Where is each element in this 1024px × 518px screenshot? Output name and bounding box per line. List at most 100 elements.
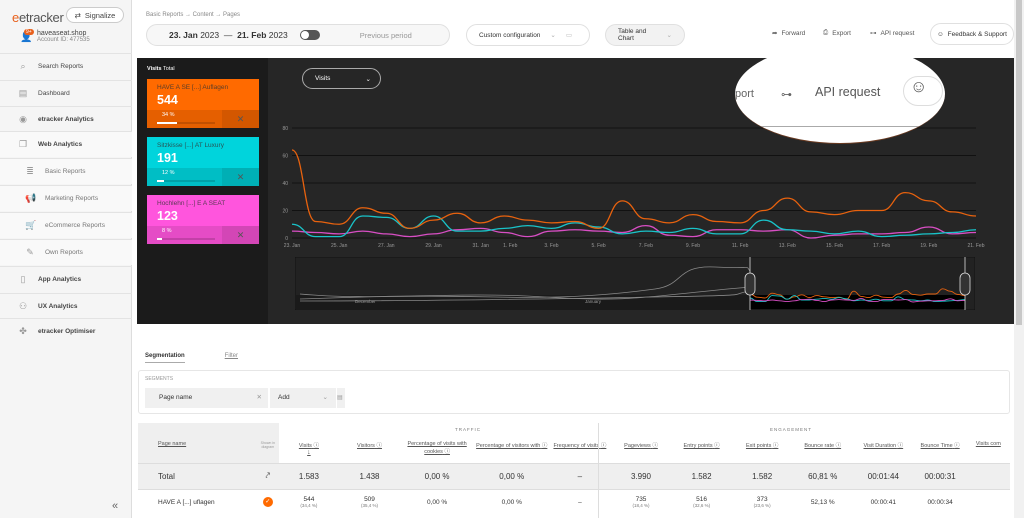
- etracker-logo[interactable]: eetracker: [12, 10, 64, 25]
- show-in-diagram-check[interactable]: ✓: [262, 497, 273, 508]
- feedback-button[interactable]: ☺ Feedback & Support: [930, 23, 1014, 45]
- series-card[interactable]: HAVE A SE [...] Auflagen 544 34 % ✕: [147, 79, 259, 128]
- sidebar-item-dashboard[interactable]: ▤ Dashboard: [0, 80, 132, 106]
- column-header[interactable]: Visitors ⓘ: [339, 423, 400, 463]
- column-header[interactable]: Visit Duration ⓘ: [853, 423, 914, 463]
- dashboard-icon: ▤: [18, 88, 28, 98]
- range-navigator[interactable]: December January: [295, 257, 975, 310]
- api-request-button[interactable]: ⊶ API request: [870, 29, 914, 38]
- save-icon[interactable]: ▭: [566, 31, 572, 39]
- signalize-button[interactable]: ⇄ Signalize: [66, 7, 124, 23]
- info-icon: ⓘ: [772, 443, 779, 449]
- sidebar-item-own-reports[interactable]: ✎ Own Reports: [0, 239, 132, 265]
- cell: 00:00:41: [853, 488, 914, 515]
- y-tick-label: 20: [282, 209, 288, 215]
- search-icon: ⌕: [20, 61, 26, 71]
- magnifier-overlay: port ⊶ API request ☺: [735, 44, 945, 144]
- tab-filter[interactable]: Filter: [225, 353, 238, 363]
- info-icon: ⓘ: [652, 443, 658, 449]
- x-tick-label: 5. Feb: [592, 243, 606, 249]
- remove-series-icon[interactable]: ✕: [222, 226, 259, 244]
- sidebar-item-web-analytics[interactable]: ❐ Web Analytics: [0, 131, 132, 157]
- logo-text: etracker: [18, 10, 64, 25]
- sidebar-item-ux-analytics[interactable]: ⚇ UX Analytics: [0, 293, 132, 319]
- swap-icon: ⇄: [74, 10, 81, 20]
- cart-icon: 🛒: [25, 220, 37, 230]
- sidebar-item-marketing-reports[interactable]: 📢 Marketing Reports: [0, 185, 132, 211]
- sidebar-item-basic-reports[interactable]: ≣ Basic Reports: [0, 158, 132, 184]
- tab-segmentation[interactable]: Segmentation: [145, 353, 185, 363]
- page-scrollbar[interactable]: [1014, 0, 1024, 518]
- card-percent: 12 %: [162, 170, 175, 176]
- row-label[interactable]: HAVE A [...] uflagen: [138, 488, 257, 515]
- cell: 1.438: [339, 462, 400, 489]
- column-page-name[interactable]: Page name: [138, 423, 257, 463]
- data-table: Page name Shown in diagram Visits ⓘ ↓ Visito…: [138, 423, 1010, 515]
- export-button[interactable]: ⎙ Export: [823, 29, 851, 37]
- column-header[interactable]: Bounce Time ⓘ: [914, 423, 967, 463]
- remove-series-icon[interactable]: ✕: [222, 168, 259, 186]
- remove-icon[interactable]: ✕: [257, 388, 262, 408]
- forward-button[interactable]: ➦ Forward: [772, 29, 805, 38]
- megaphone-icon: 📢: [25, 193, 37, 203]
- cell: 3.990: [610, 462, 672, 489]
- window-icon: ❐: [18, 139, 28, 149]
- x-tick-label: 1. Feb: [503, 243, 517, 249]
- range-handle[interactable]: [959, 272, 971, 296]
- sidebar-item-etracker-optimiser[interactable]: ✤ etracker Optimiser: [0, 318, 132, 344]
- notification-badge[interactable]: 9+: [24, 29, 34, 35]
- x-tick-label: 29. Jan: [425, 243, 442, 249]
- column-header[interactable]: Visits ⓘ ↓: [279, 423, 340, 463]
- column-header[interactable]: Entry points ⓘ: [671, 423, 732, 463]
- add-segment-select[interactable]: Add ⌄: [270, 388, 336, 408]
- configuration-select[interactable]: Custom configuration ⌄ ▭: [466, 24, 590, 46]
- breadcrumb[interactable]: Basic Reports → Content → Pages: [146, 12, 240, 18]
- cell: –: [549, 488, 611, 515]
- sidebar-item-search-reports[interactable]: ⌕ Search Reports: [0, 53, 132, 79]
- cell: 373 (23,6 %): [731, 488, 793, 515]
- series-card[interactable]: Hochlehn [...] E A SEAT 123 8 % ✕: [147, 195, 259, 244]
- cell: 00:01:44: [853, 462, 914, 489]
- segment-options-icon[interactable]: ▤: [337, 388, 345, 408]
- cell: 52,13 %: [792, 488, 854, 515]
- view-select[interactable]: Table and Chart ⌄: [605, 24, 685, 46]
- segments-label: SEGMENTS: [145, 376, 174, 382]
- cell: 0,00 %: [474, 488, 550, 515]
- compare-toggle[interactable]: [299, 30, 320, 40]
- x-tick-label: 9. Feb: [686, 243, 700, 249]
- info-icon: ⓘ: [714, 443, 720, 449]
- remove-series-icon[interactable]: ✕: [222, 110, 259, 128]
- column-header[interactable]: Visits com: [967, 423, 1010, 463]
- segment-page-name[interactable]: Page name ✕: [145, 388, 268, 408]
- column-header[interactable]: Percentage of visitors with ⓘ: [474, 423, 549, 463]
- cell: 00:00:31: [913, 462, 967, 489]
- collapse-sidebar-button[interactable]: «: [112, 500, 118, 512]
- date-range-picker[interactable]: 23. Jan 2023 — 21. Feb 2023 Previous per…: [146, 24, 450, 46]
- range-handle[interactable]: [744, 272, 756, 296]
- info-icon: ⓘ: [376, 443, 382, 449]
- card-label: Sitzkisse [...] AT Luxury: [157, 142, 224, 149]
- navigator-label: December: [355, 299, 376, 304]
- phone-icon: ▯: [20, 274, 26, 284]
- sidebar-item-app-analytics[interactable]: ▯ App Analytics: [0, 266, 132, 292]
- column-header[interactable]: Pageviews ⓘ: [611, 423, 672, 463]
- y-tick-label: 80: [282, 126, 288, 132]
- column-header[interactable]: Frequency of visits ⓘ: [549, 423, 611, 463]
- cell: [966, 488, 1010, 515]
- sidebar-item-etracker-analytics[interactable]: ◉ etracker Analytics: [0, 106, 132, 132]
- card-progress: [157, 238, 215, 240]
- x-tick-label: 15. Feb: [826, 243, 843, 249]
- chart-icon[interactable]: ⤤: [257, 462, 279, 489]
- series-card[interactable]: Sitzkisse [...] AT Luxury 191 12 % ✕: [147, 137, 259, 186]
- date-range: 23. Jan 2023 — 21. Feb 2023: [169, 30, 288, 40]
- account-info[interactable]: haveaseat.shop Account ID: 477535: [37, 30, 90, 43]
- view-label: Table and Chart: [618, 28, 647, 42]
- sidebar-item-ecommerce-reports[interactable]: 🛒 eCommerce Reports: [0, 212, 132, 238]
- metric-select[interactable]: Visits ⌄: [302, 68, 381, 89]
- smiley-icon: ☺: [903, 76, 943, 106]
- sort-desc-icon: ↓: [307, 449, 311, 456]
- series-line-0: [291, 149, 977, 230]
- smiley-icon: ☺: [937, 30, 944, 38]
- y-tick-label: 40: [282, 181, 288, 187]
- cell: 0,00 %: [399, 462, 475, 489]
